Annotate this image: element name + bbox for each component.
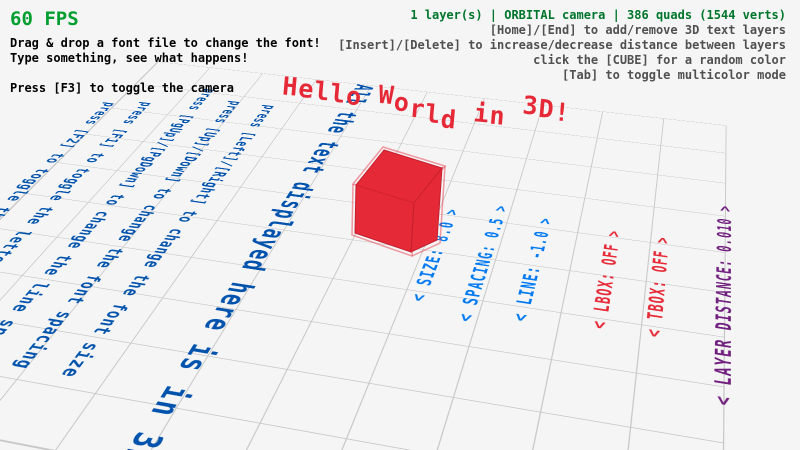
help-right-line-4: [Tab] to toggle multicolor mode [338, 68, 786, 83]
fps-counter: 60 FPS [10, 8, 79, 30]
help-left: Drag & drop a font file to change the fo… [10, 36, 321, 96]
help-right-line-1: [Home]/[End] to add/remove 3D text layer… [338, 23, 786, 38]
help-left-line-1: Drag & drop a font file to change the fo… [10, 36, 321, 51]
help-left-line-2: Type something, see what happens! [10, 51, 321, 66]
help-right: 1 layer(s) | ORBITAL camera | 386 quads … [338, 8, 786, 83]
help-right-line-2: [Insert]/[Delete] to increase/decrease d… [338, 38, 786, 53]
help-right-line-3: click the [CUBE] for a random color [338, 53, 786, 68]
raylib-window: All the text displayed here is in 3D pre… [0, 0, 800, 450]
help-left-line-3: Press [F3] to toggle the camera [10, 81, 321, 96]
stats-line: 1 layer(s) | ORBITAL camera | 386 quads … [338, 8, 786, 23]
